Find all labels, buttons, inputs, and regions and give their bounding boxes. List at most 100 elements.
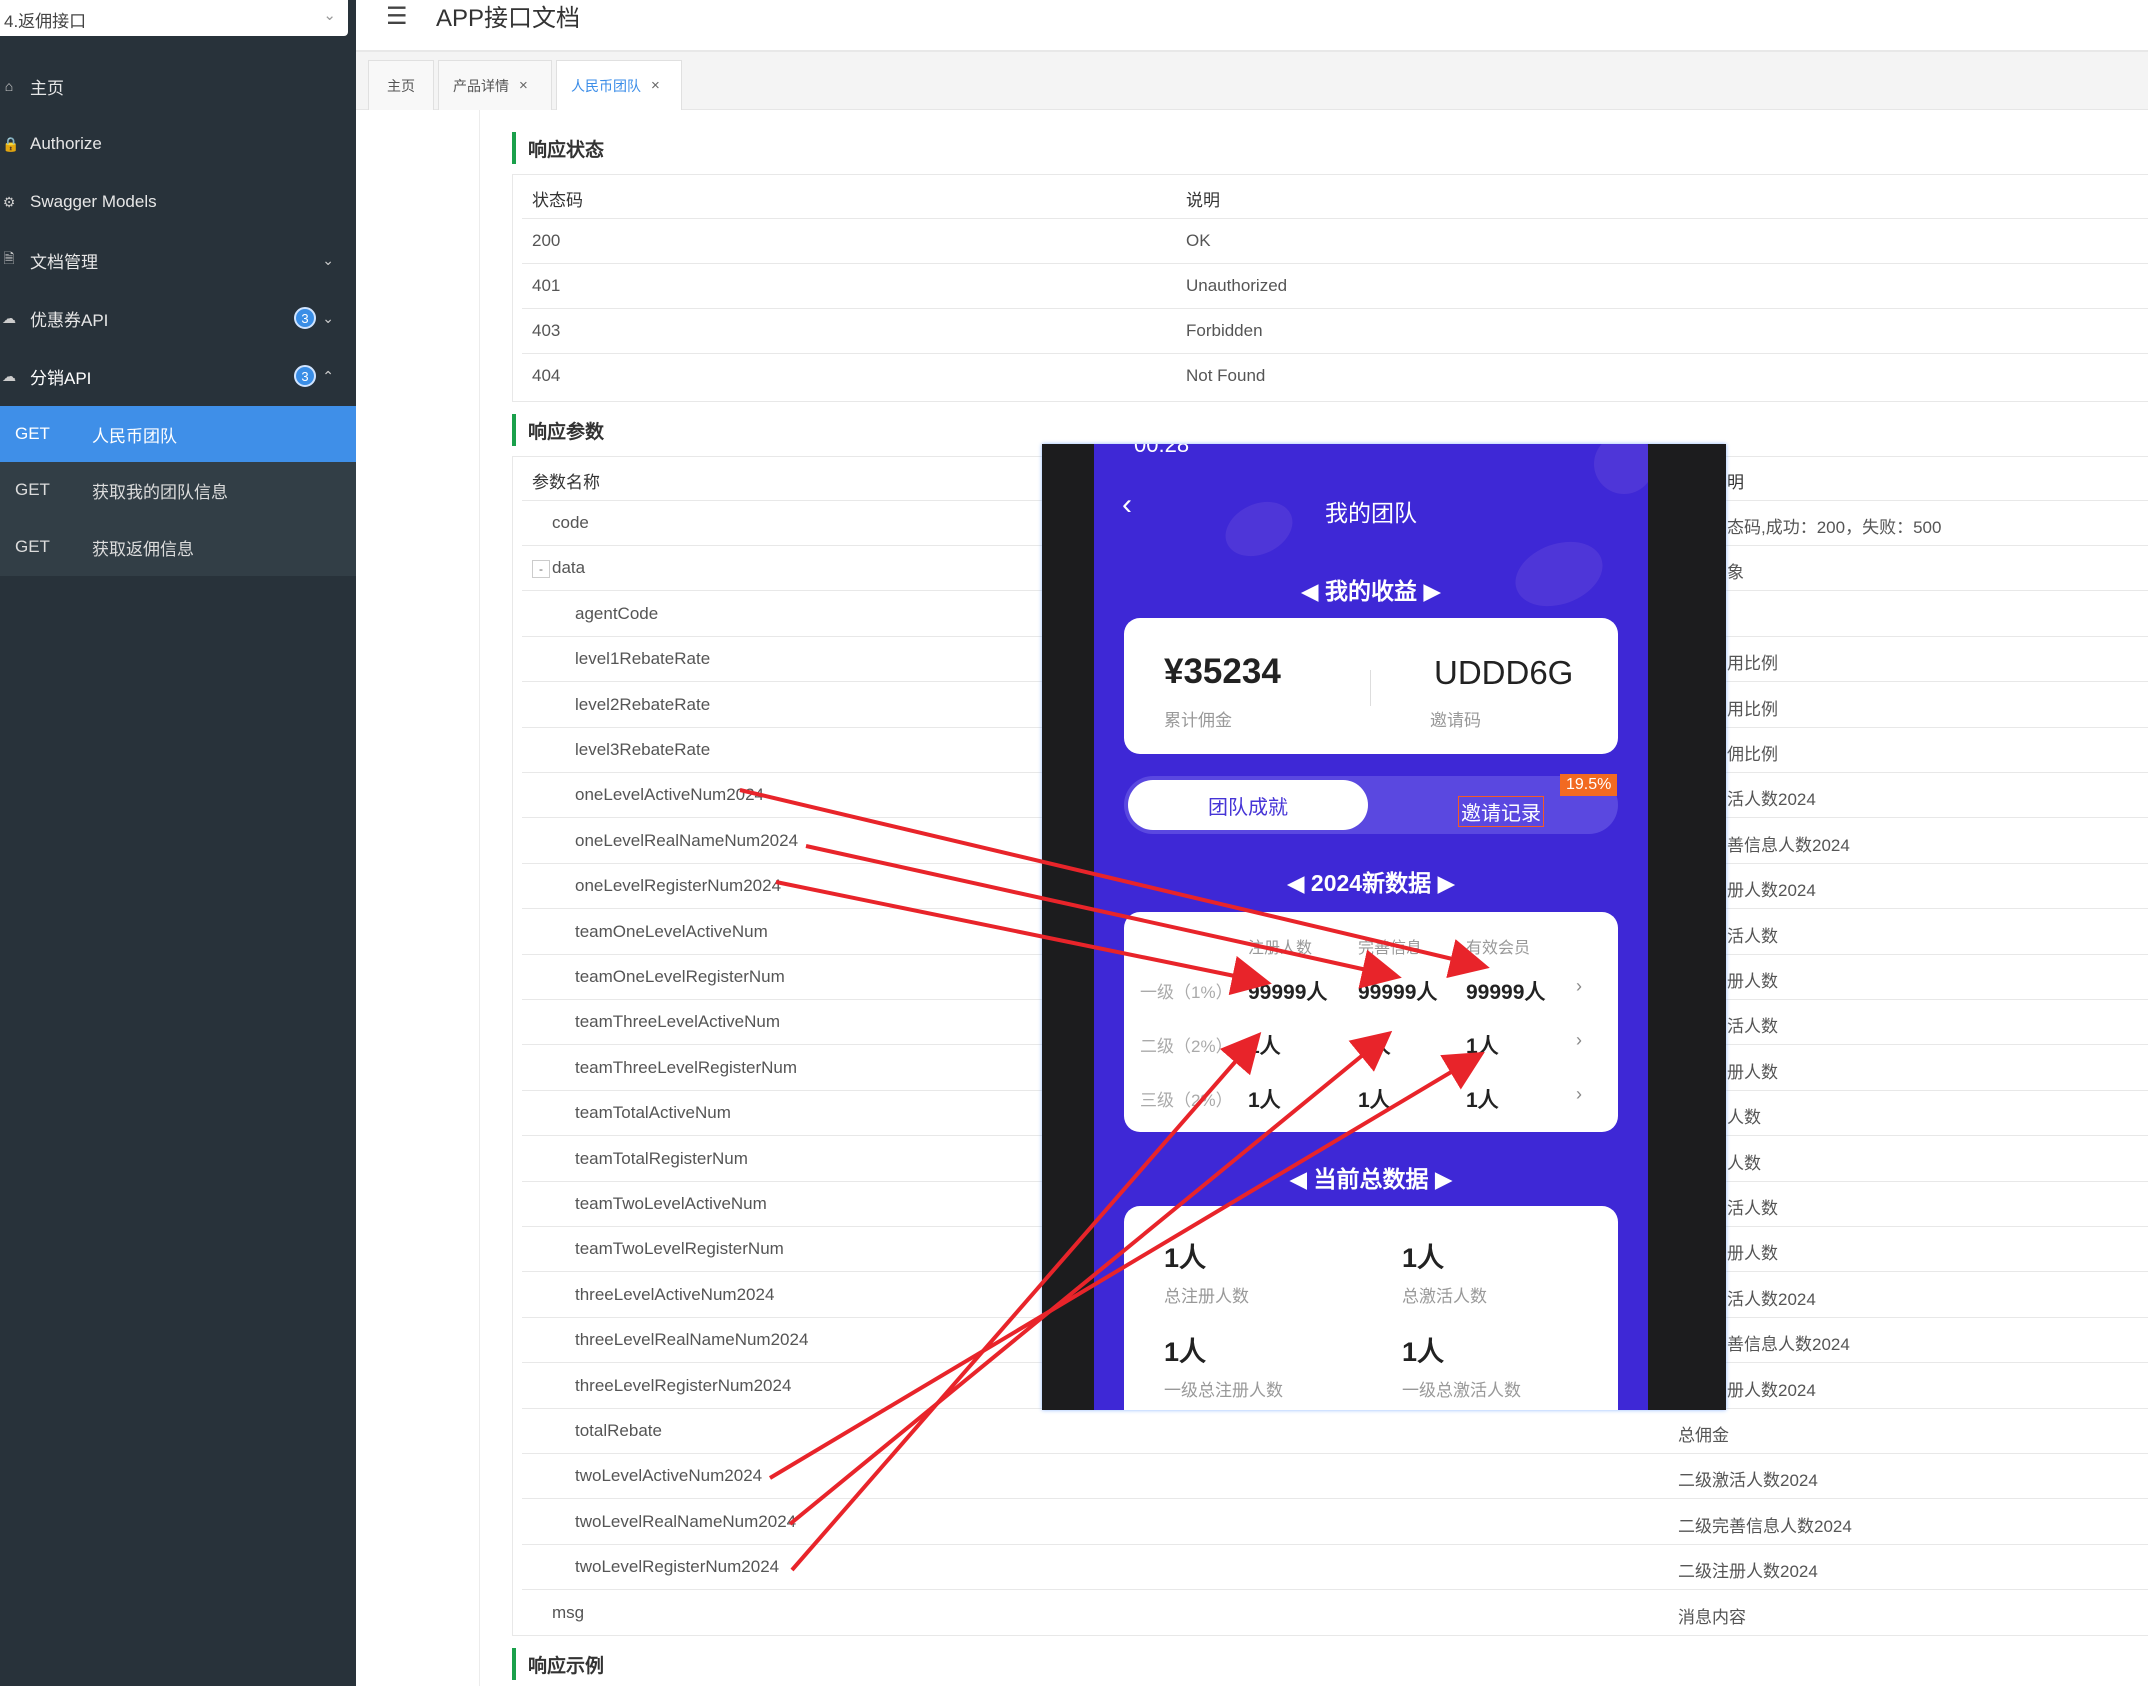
sidebar-item-label: 主页 <box>30 78 64 98</box>
sidebar-item-coupon-api[interactable]: ☁ 优惠券API 3 ⌄ <box>0 290 356 346</box>
content-gutter <box>356 110 480 1686</box>
sidebar-item-distribution-api[interactable]: ☁ 分销API 3 ⌃ <box>0 348 356 404</box>
param-name: twoLevelRealNameNum2024 <box>575 1511 797 1531</box>
param-name: oneLevelActiveNum2024 <box>575 785 765 805</box>
menu-toggle-icon[interactable]: ☰ <box>386 2 408 31</box>
param-description: 态码,成功：200，失败：500 <box>1727 518 1942 537</box>
sidebar-item-label: 分销API <box>30 368 92 388</box>
sidebar-subitem-label: 获取返佣信息 <box>92 539 194 559</box>
chevron-right-icon[interactable]: › <box>1576 1084 1582 1105</box>
sidebar-item-home[interactable]: ⌂ 主页 <box>0 58 356 114</box>
sidebar-item-swagger-models[interactable]: ⚙ Swagger Models <box>0 174 356 230</box>
table-row: twoLevelActiveNum2024 二级激活人数2024 <box>522 1454 2148 1500</box>
sidebar-subitem-rebate-info[interactable]: GET 获取返佣信息 <box>0 518 356 576</box>
sidebar-item-label: 优惠券API <box>30 310 109 330</box>
param-description: 活人数 <box>1727 1017 1778 1037</box>
invite-code-value: UDDD6G <box>1434 654 1574 691</box>
sidebar: 4.返佣接口 ⌄ ⌂ 主页 🔒 Authorize ⚙ Swagger Mode… <box>0 0 356 1686</box>
phone-title: 我的团队 <box>1325 500 1417 526</box>
table-row: 404 Not Found <box>532 366 1266 385</box>
param-name: data <box>552 558 586 578</box>
param-description: 二级完善信息人数2024 <box>1678 1516 1852 1536</box>
param-name: teamTwoLevelRegisterNum <box>575 1239 784 1259</box>
param-name: threeLevelRealNameNum2024 <box>575 1330 809 1350</box>
param-name: level3RebateRate <box>575 740 711 759</box>
sidebar-item-doc-management[interactable]: 🗎 文档管理 ⌄ <box>0 232 356 288</box>
tab-team-achievement[interactable]: 团队成就 <box>1128 780 1368 830</box>
section-response-status: 响应状态 <box>512 132 604 164</box>
param-name: agentCode <box>575 603 659 623</box>
param-name: threeLevelActiveNum2024 <box>575 1284 775 1304</box>
status-table-header: 状态码 说明 <box>522 174 2148 219</box>
sidebar-subitem-rmb-team[interactable]: GET 人民币团队 <box>0 406 356 462</box>
project-select[interactable]: 4.返佣接口 ⌄ <box>0 0 348 36</box>
section-total-title: ◀ 当前总数据 ▶ <box>1289 1166 1453 1192</box>
level-data-card: 注册人数 完善信息 有效会员 一级（1%） 99999人 99999人 9999… <box>1124 912 1618 1132</box>
chevron-up-icon: ⌃ <box>322 367 334 384</box>
close-icon[interactable]: × <box>651 77 660 94</box>
param-name: totalRebate <box>575 1421 662 1440</box>
tab-home[interactable]: 主页 <box>368 60 434 110</box>
home-icon: ⌂ <box>4 78 14 94</box>
param-description: 象 <box>1727 563 1744 583</box>
param-name: msg <box>552 1602 585 1622</box>
param-name: teamTotalRegisterNum <box>575 1148 748 1168</box>
param-description: 二级激活人数2024 <box>1678 1471 1818 1491</box>
param-name: teamThreeLevelRegisterNum <box>575 1057 798 1077</box>
param-description: 人数 <box>1727 1108 1761 1128</box>
param-name: level2RebateRate <box>575 694 711 714</box>
cloud-icon: ☁ <box>2 309 16 326</box>
param-name: teamOneLevelRegisterNum <box>575 967 785 986</box>
sidebar-item-label: 文档管理 <box>30 252 98 272</box>
collapse-toggle[interactable]: - <box>532 560 550 578</box>
count-badge: 3 <box>294 307 316 329</box>
chevron-down-icon: ⌄ <box>322 251 334 268</box>
table-row: 401 Unauthorized <box>522 264 2148 309</box>
param-description: 册人数2024 <box>1727 881 1816 901</box>
tab-product-detail[interactable]: 产品详情 × <box>438 60 552 110</box>
tab-label: 人民币团队 <box>571 77 641 94</box>
param-name: teamThreeLevelActiveNum <box>575 1012 781 1032</box>
sidebar-item-authorize[interactable]: 🔒 Authorize <box>0 116 356 172</box>
percent-badge: 19.5% <box>1560 774 1618 796</box>
chevron-right-icon[interactable]: › <box>1576 1030 1582 1051</box>
tab-rmb-team[interactable]: 人民币团队 × <box>556 60 682 110</box>
chevron-down-icon: ⌄ <box>323 7 336 24</box>
phone-screenshot: 00:28 ‹ 我的团队 ◀ 我的收益 ▶ ¥35234 累计佣金 UDDD6G… <box>1042 444 1726 1410</box>
param-name: threeLevelRegisterNum2024 <box>575 1375 792 1395</box>
top-bar: ☰ APP接口文档 <box>356 0 2148 52</box>
phone-screen: 00:28 ‹ 我的团队 ◀ 我的收益 ▶ ¥35234 累计佣金 UDDD6G… <box>1094 444 1648 1410</box>
close-icon[interactable]: × <box>519 77 528 94</box>
param-description: 佣比例 <box>1727 745 1778 764</box>
sidebar-subitem-label: 获取我的团队信息 <box>92 482 228 502</box>
param-name: twoLevelActiveNum2024 <box>575 1466 763 1486</box>
param-name: level1RebateRate <box>575 649 711 669</box>
section-response-example: 响应示例 <box>512 1648 604 1680</box>
tab-label: 主页 <box>387 77 415 94</box>
table-row: twoLevelRealNameNum2024 二级完善信息人数2024 <box>522 1500 2148 1545</box>
chevron-right-icon[interactable]: › <box>1576 976 1582 997</box>
invite-code-label: 邀请码 <box>1430 711 1481 730</box>
lock-icon: 🔒 <box>2 135 20 152</box>
param-name: teamOneLevelActiveNum <box>575 921 768 941</box>
param-description: 用比例 <box>1727 654 1778 674</box>
param-name: oneLevelRegisterNum2024 <box>575 876 782 896</box>
cloud-icon: ☁ <box>2 367 16 384</box>
status-time: 00:28 <box>1134 444 1190 457</box>
param-description: 用比例 <box>1727 699 1778 719</box>
param-description: 二级注册人数2024 <box>1678 1562 1818 1582</box>
project-select-value: 4.返佣接口 <box>4 12 87 31</box>
param-name: teamTwoLevelActiveNum <box>575 1194 767 1213</box>
param-description: 活人数2024 <box>1727 790 1816 810</box>
tab-invite-records[interactable]: 邀请记录 <box>1458 796 1544 827</box>
sidebar-item-label: Swagger Models <box>30 192 157 211</box>
param-name: twoLevelRegisterNum2024 <box>575 1557 780 1577</box>
param-description: 册人数 <box>1727 1062 1778 1082</box>
totals-card: 1人 总注册人数 1人 总激活人数 1人 一级总注册人数 1人 一级总激活人数 <box>1124 1206 1618 1410</box>
section-2024-title: ◀ 2024新数据 ▶ <box>1286 870 1456 896</box>
http-method: GET <box>15 424 50 443</box>
sidebar-subitem-my-team[interactable]: GET 获取我的团队信息 <box>0 462 356 518</box>
tab-bar: 主页 产品详情 × 人民币团队 × <box>356 52 2148 110</box>
commission-value: ¥35234 <box>1164 652 1281 691</box>
earnings-section-title: ◀ 我的收益 ▶ <box>1300 578 1442 604</box>
